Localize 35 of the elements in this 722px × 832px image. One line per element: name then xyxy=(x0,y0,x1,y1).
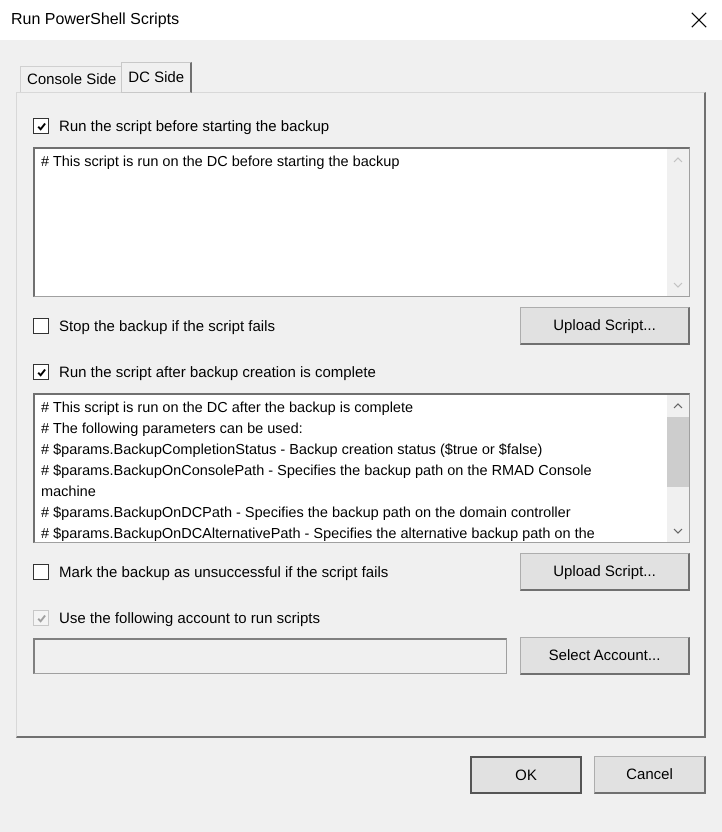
script-line: # The following parameters can be used: xyxy=(41,420,304,439)
scroll-up-icon[interactable] xyxy=(673,403,683,409)
script-editor[interactable]: # This script is run on the DC before starting the backup xyxy=(33,147,690,297)
checkbox[interactable] xyxy=(33,564,49,580)
script-editor[interactable] xyxy=(33,393,690,543)
checkbox-label: Use the following account to run scripts xyxy=(59,610,320,626)
script-line: machine xyxy=(41,483,97,502)
tab[interactable]: DC Side xyxy=(121,62,192,93)
scrollbar[interactable] xyxy=(667,395,689,542)
dialog-button[interactable]: OK xyxy=(470,756,582,794)
script-line: # $params.BackupCompletionStatus - Backup creation status ($true or $false) xyxy=(41,441,544,460)
checkbox-label: Run the script before starting the backup xyxy=(59,118,330,134)
upload-script-button[interactable]: Upload Script... xyxy=(520,553,690,591)
window-title: Run PowerShell Scripts xyxy=(11,11,180,29)
checkbox-label: Run the script after backup creation is complete xyxy=(59,364,376,380)
checkmark-icon xyxy=(36,366,46,378)
script-line: # This script is run on the DC after the backup is complete xyxy=(41,399,414,418)
checkbox[interactable] xyxy=(33,118,49,134)
checkbox[interactable] xyxy=(33,318,49,334)
tab[interactable]: Console Side xyxy=(20,66,124,92)
checkbox-label: Mark the backup as unsuccessful if the script fails xyxy=(59,564,388,580)
script-line: # $params.BackupOnDCAlternativePath - Specifies the alternative backup path on the xyxy=(41,525,596,542)
script-line: # This script is run on the DC before starting the backup xyxy=(41,153,400,172)
script-line: # $params.BackupOnConsolePath - Specifies the backup path on the RMAD Console xyxy=(41,462,593,481)
close-icon[interactable] xyxy=(690,11,708,29)
scrollbar-thumb[interactable] xyxy=(667,417,689,487)
checkbox[interactable] xyxy=(33,364,49,380)
checkmark-icon xyxy=(36,612,46,624)
dialog-button[interactable]: Cancel xyxy=(594,756,706,794)
checkbox-label: Stop the backup if the script fails xyxy=(59,318,275,334)
script-line: # $params.BackupOnDCPath - Specifies the backup path on the domain controller xyxy=(41,504,572,523)
checkmark-icon xyxy=(36,120,46,132)
upload-script-button[interactable]: Upload Script... xyxy=(520,307,690,345)
select-account-button[interactable]: Select Account... xyxy=(520,637,690,675)
scroll-down-icon[interactable] xyxy=(673,528,683,534)
